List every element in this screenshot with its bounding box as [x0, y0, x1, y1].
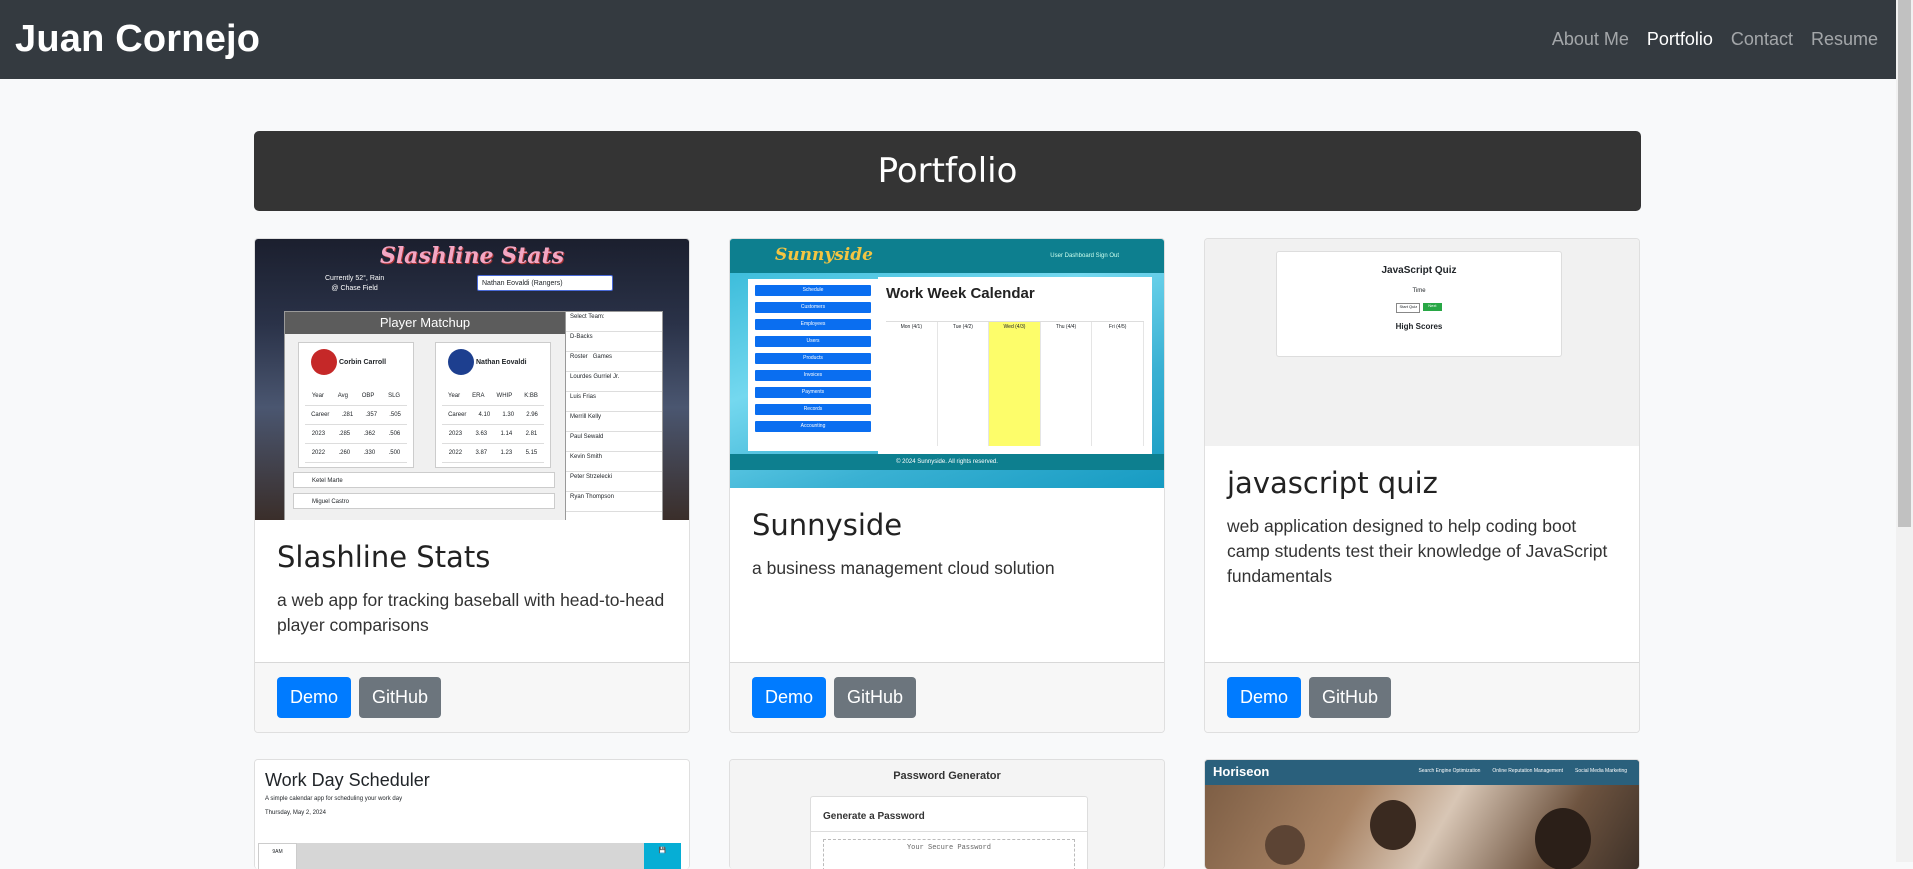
project-card-horiseon: Horiseon Search Engine Optimization Onli… [1204, 759, 1640, 869]
photo-person [1370, 800, 1416, 850]
project-screenshot: Slashline Stats Currently 52°, Rain @ Ch… [255, 239, 689, 520]
screenshot-player-card: Corbin Carroll Year Avg OBP SLG Career .281.… [298, 342, 414, 468]
nav-links: About Me Portfolio Contact Resume [1552, 29, 1878, 50]
github-button[interactable]: GitHub [359, 677, 442, 718]
screenshot-bottom-player: Miguel Castro [293, 493, 555, 509]
page-scrollbar[interactable] [1896, 0, 1913, 862]
project-screenshot: Work Day Scheduler A simple calendar app… [255, 760, 689, 869]
project-screenshot: Sunnyside User Dashboard Sign Out Schedu… [730, 239, 1164, 488]
page-title: Portfolio [877, 151, 1018, 191]
player-avatar [448, 349, 474, 375]
demo-button[interactable]: Demo [1227, 677, 1302, 718]
card-footer: Demo GitHub [255, 662, 689, 732]
screenshot-date: Thursday, May 2, 2024 [265, 810, 326, 816]
project-screenshot: Horiseon Search Engine Optimization Onli… [1205, 760, 1639, 869]
screenshot-app-title: Slashline Stats [379, 243, 565, 269]
screenshot-title: Work Day Scheduler [265, 770, 430, 790]
card-body: Slashline Stats a web app for tracking b… [255, 520, 689, 658]
demo-button[interactable]: Demo [752, 677, 827, 718]
screenshot-save-icon: 💾 [644, 843, 681, 869]
project-description: web application designed to help coding … [1227, 516, 1608, 586]
nav-link-portfolio[interactable]: Portfolio [1647, 29, 1713, 50]
screenshot-search-field: Nathan Eovaldi (Rangers) [477, 275, 613, 291]
github-button[interactable]: GitHub [1309, 677, 1392, 718]
project-title: Sunnyside [752, 508, 903, 542]
github-button[interactable]: GitHub [834, 677, 917, 718]
photo-person [1535, 808, 1591, 869]
screenshot-footer: © 2024 Sunnyside. All rights reserved. [730, 454, 1164, 470]
project-card-work-day-scheduler: Work Day Scheduler A simple calendar app… [254, 759, 690, 869]
screenshot-bottom-player: Ketel Marte [293, 472, 555, 488]
nav-link-resume[interactable]: Resume [1811, 29, 1878, 50]
nav-link-contact[interactable]: Contact [1731, 29, 1793, 50]
screenshot-card: Generate a Password Your Secure Password [810, 796, 1088, 869]
screenshot-calendar: Work Week Calendar Mon (4/1) Tue (4/2) W… [878, 277, 1152, 454]
navbar: Juan Cornejo About Me Portfolio Contact … [0, 0, 1896, 79]
screenshot-menu: Schedule Customers Employees Users Produ… [748, 279, 878, 451]
screenshot-logo: Horiseon [1213, 764, 1270, 779]
project-card-password-generator: Password Generator Generate a Password Y… [729, 759, 1165, 869]
project-screenshot: Password Generator Generate a Password Y… [730, 760, 1164, 869]
player-avatar [311, 349, 337, 375]
screenshot-weather: Currently 52°, Rain @ Chase Field [325, 275, 385, 292]
scrollbar-thumb[interactable] [1898, 0, 1911, 527]
screenshot-time-row [258, 843, 681, 869]
screenshot-nav: Search Engine Optimization Online Reputa… [1418, 768, 1627, 774]
project-description: a business management cloud solution [752, 558, 1055, 578]
photo-person [1265, 825, 1305, 865]
screenshot-title: Password Generator [893, 770, 1001, 782]
screenshot-nav: User Dashboard Sign Out [1050, 253, 1119, 259]
project-title: javascript quiz [1227, 466, 1438, 500]
project-card-slashline-stats: Slashline Stats Currently 52°, Rain @ Ch… [254, 238, 690, 733]
nav-link-about-me[interactable]: About Me [1552, 29, 1629, 50]
card-body: Sunnyside a business management cloud so… [730, 488, 1164, 601]
screenshot-hour: 9AM [258, 843, 297, 869]
screenshot-roster-panel: Select Team: D-Backs Roster Games Lourde… [565, 311, 663, 520]
screenshot-logo: Sunnyside [775, 245, 873, 265]
demo-button[interactable]: Demo [277, 677, 352, 718]
project-screenshot: JavaScript Quiz Time Start Quiz Next Hig… [1205, 239, 1639, 446]
project-description: a web app for tracking baseball with hea… [277, 590, 665, 635]
project-card-javascript-quiz: JavaScript Quiz Time Start Quiz Next Hig… [1204, 238, 1640, 733]
portfolio-banner: Portfolio [254, 131, 1641, 211]
card-footer: Demo GitHub [1205, 662, 1639, 732]
screenshot-subtitle: A simple calendar app for scheduling you… [265, 796, 403, 802]
screenshot-quiz-card: JavaScript Quiz Time Start Quiz Next Hig… [1276, 251, 1562, 357]
screenshot-player-card: Nathan Eovaldi Year ERA WHIP K:BB Career 4.1… [435, 342, 551, 468]
project-title: Slashline Stats [277, 540, 491, 574]
brand-title[interactable]: Juan Cornejo [15, 18, 260, 61]
card-footer: Demo GitHub [730, 662, 1164, 732]
project-card-sunnyside: Sunnyside User Dashboard Sign Out Schedu… [729, 238, 1165, 733]
card-body: javascript quiz web application designed… [1205, 446, 1639, 609]
